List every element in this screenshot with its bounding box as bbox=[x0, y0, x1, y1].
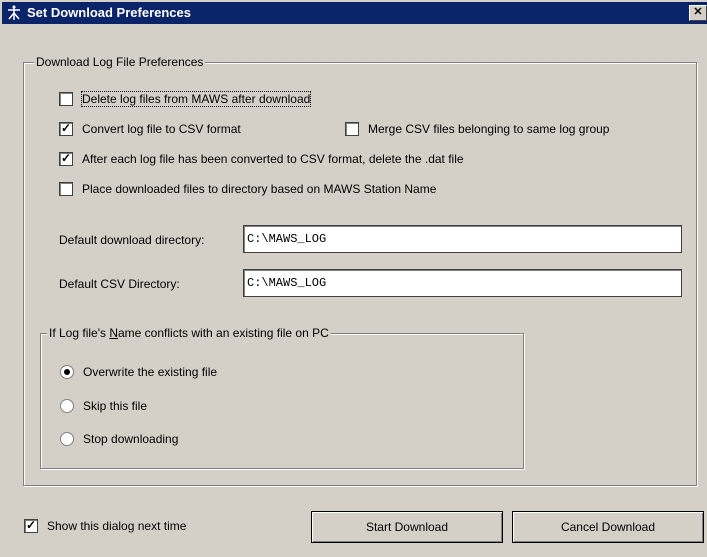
show-dialog-label[interactable]: Show this dialog next time bbox=[47, 519, 186, 533]
delete-dat-label[interactable]: After each log file has been converted t… bbox=[82, 152, 464, 166]
title-bar[interactable]: Set Download Preferences ✕ bbox=[2, 2, 707, 24]
download-dir-label: Default download directory: bbox=[59, 233, 205, 247]
dialog-window: Set Download Preferences ✕ Download Log … bbox=[0, 0, 707, 557]
delete-log-checkbox[interactable] bbox=[59, 92, 73, 106]
convert-csv-label[interactable]: Convert log file to CSV format bbox=[82, 122, 241, 136]
check-mark-icon: ✓ bbox=[26, 518, 37, 532]
conflict-legend-post: ame conflicts with an existing file on P… bbox=[118, 326, 329, 340]
cancel-download-button[interactable]: Cancel Download bbox=[512, 511, 704, 543]
csv-dir-label: Default CSV Directory: bbox=[59, 277, 180, 291]
overwrite-label[interactable]: Overwrite the existing file bbox=[83, 365, 217, 379]
place-by-station-label[interactable]: Place downloaded files to directory base… bbox=[82, 182, 436, 196]
radio-selected-dot bbox=[64, 369, 70, 375]
maws-icon bbox=[8, 5, 20, 20]
delete-dat-checkbox[interactable]: ✓ bbox=[59, 151, 73, 166]
close-icon: ✕ bbox=[693, 6, 703, 18]
merge-csv-checkbox[interactable] bbox=[345, 122, 359, 136]
window-title: Set Download Preferences bbox=[27, 5, 191, 20]
merge-csv-label[interactable]: Merge CSV files belonging to same log gr… bbox=[368, 122, 609, 136]
stop-radio[interactable] bbox=[60, 432, 74, 446]
close-button[interactable]: ✕ bbox=[689, 5, 707, 21]
stop-label[interactable]: Stop downloading bbox=[83, 432, 178, 446]
start-download-button[interactable]: Start Download bbox=[311, 511, 503, 543]
csv-dir-field[interactable]: C:\MAWS_LOG bbox=[243, 269, 682, 297]
download-dir-field[interactable]: C:\MAWS_LOG bbox=[243, 225, 682, 253]
delete-log-label[interactable]: Delete log files from MAWS after downloa… bbox=[80, 91, 312, 107]
conflict-legend-pre: If Log file's bbox=[49, 326, 110, 340]
convert-csv-checkbox[interactable]: ✓ bbox=[59, 121, 73, 136]
log-preferences-legend: Download Log File Preferences bbox=[34, 55, 206, 69]
conflict-legend: If Log file's Name conflicts with an exi… bbox=[47, 326, 331, 340]
check-mark-icon: ✓ bbox=[61, 121, 72, 135]
check-mark-icon: ✓ bbox=[61, 151, 72, 165]
skip-radio[interactable] bbox=[60, 399, 74, 413]
show-dialog-checkbox[interactable]: ✓ bbox=[24, 518, 38, 533]
download-dir-value: C:\MAWS_LOG bbox=[247, 232, 327, 246]
conflict-legend-accel: N bbox=[109, 326, 118, 340]
skip-label[interactable]: Skip this file bbox=[83, 399, 147, 413]
overwrite-radio[interactable] bbox=[60, 365, 74, 379]
place-by-station-checkbox[interactable] bbox=[59, 182, 73, 196]
csv-dir-value: C:\MAWS_LOG bbox=[247, 276, 327, 290]
